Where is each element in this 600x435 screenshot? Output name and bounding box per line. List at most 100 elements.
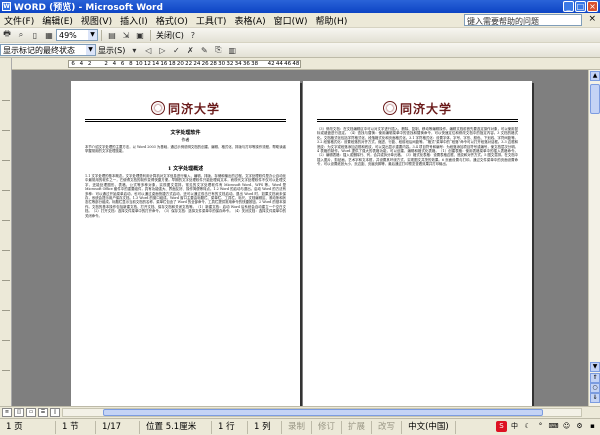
ruler-mark xyxy=(2,100,10,101)
close-preview-button[interactable]: 关闭(C) xyxy=(156,30,184,41)
maximize-button[interactable]: □ xyxy=(575,1,586,12)
status-line: 1 行 xyxy=(212,420,248,434)
status-bar: 1 页 1 节 1/17 位置 5.1厘米 1 行 1 列 录制 修订 扩展 改… xyxy=(0,418,600,435)
menu-file[interactable]: 文件(F) xyxy=(0,14,38,27)
reading-view-icon[interactable]: ▯ xyxy=(50,408,60,417)
full-screen-icon[interactable]: ▣ xyxy=(134,29,146,41)
settings-icon[interactable]: ⚙ xyxy=(574,421,585,432)
menu-bar: 文件(F) 编辑(E) 视图(V) 插入(I) 格式(O) 工具(T) 表格(A… xyxy=(0,13,600,28)
ruler-tick: 2 xyxy=(87,61,92,67)
header-rule xyxy=(85,119,286,120)
status-track-changes[interactable]: 修订 xyxy=(312,420,343,434)
web-view-icon[interactable]: ◫ xyxy=(14,408,24,417)
accept-change-icon[interactable]: ✓ xyxy=(170,44,182,56)
status-extend[interactable]: 扩展 xyxy=(342,420,373,434)
track-changes-icon[interactable]: ⎘ xyxy=(212,44,224,56)
moon-icon[interactable]: ☾ xyxy=(522,421,533,432)
view-ruler-icon[interactable]: ▤ xyxy=(106,29,118,41)
system-tray: S 中 ☾ ° ⌨ ☺ ⚙ ▪ xyxy=(496,421,598,432)
header-rule xyxy=(317,119,518,120)
print-layout-icon[interactable]: ▭ xyxy=(26,408,36,417)
tab-selector[interactable] xyxy=(0,58,12,70)
logo-text: 同济大学 xyxy=(399,101,452,116)
ruler-tick: 44 xyxy=(275,61,283,67)
menu-table[interactable]: 表格(A) xyxy=(230,14,269,27)
normal-view-icon[interactable]: ≡ xyxy=(2,408,12,417)
chevron-down-icon: ▼ xyxy=(86,45,95,55)
menu-format[interactable]: 格式(O) xyxy=(152,14,192,27)
horizontal-ruler: 6 4 2 2 4 6 8 10 12 14 16 18 20 22 24 26… xyxy=(0,58,600,70)
help-icon[interactable]: ? xyxy=(187,29,199,41)
preview-page-1[interactable]: 同济大学 文字处理软件 作者 本节介绍文字处理的主要方法，以 Word 2003… xyxy=(71,81,300,406)
previous-change-icon[interactable]: ◁ xyxy=(142,44,154,56)
header-rule xyxy=(317,121,518,122)
new-comment-icon[interactable]: ✎ xyxy=(198,44,210,56)
ruler-tick: 48 xyxy=(292,61,300,67)
select-browse-object-icon[interactable]: ○ xyxy=(590,383,600,393)
vertical-ruler[interactable] xyxy=(0,70,12,406)
menu-help[interactable]: 帮助(H) xyxy=(312,14,352,27)
outline-view-icon[interactable]: ☰ xyxy=(38,408,48,417)
scroll-thumb[interactable] xyxy=(103,409,543,416)
preview-page-2[interactable]: 同济大学 （3）修改文档：在文档编辑区中可以对文字进行插入、删除、复制、移动等编… xyxy=(303,81,532,406)
markup-display-value: 显示标记的最终状态 xyxy=(3,45,75,55)
reviewing-pane-icon[interactable]: ▥ xyxy=(226,44,238,56)
horizontal-scrollbar[interactable] xyxy=(62,408,582,417)
preview-toolbar: 🖶 ⌕ ▯ ▦ 49% ▼ ▤ ⇲ ▣ 关闭(C) ? xyxy=(0,28,600,43)
ruler-tick: 46 xyxy=(284,61,292,67)
word-app-icon[interactable]: W xyxy=(2,2,11,11)
logo-text: 同济大学 xyxy=(167,101,220,116)
status-overtype[interactable]: 改写 xyxy=(372,420,403,434)
next-page-icon[interactable]: ⇓ xyxy=(590,393,600,403)
show-menu-button[interactable]: 显示(S) xyxy=(98,45,125,56)
ime-s-icon[interactable]: S xyxy=(496,421,507,432)
scroll-up-icon[interactable]: ▲ xyxy=(590,71,600,81)
menu-edit[interactable]: 编辑(E) xyxy=(38,14,77,27)
page-body-text: 1.1 文字处理的基本概念。文字处理是利用计算机对文字信息进行输入、编辑、排版、… xyxy=(85,174,286,218)
multiple-pages-icon[interactable]: ▦ xyxy=(43,29,55,41)
minimize-button[interactable]: _ xyxy=(563,1,574,12)
close-button[interactable]: × xyxy=(587,1,598,12)
document-title: 文字处理软件 xyxy=(170,130,201,136)
window-controls: _ □ × xyxy=(563,1,598,12)
reject-change-icon[interactable]: ✗ xyxy=(184,44,196,56)
scroll-thumb[interactable] xyxy=(590,84,600,114)
one-page-icon[interactable]: ▯ xyxy=(29,29,41,41)
zoom-select[interactable]: 49% ▼ xyxy=(56,29,98,41)
status-page: 1 页 xyxy=(0,420,56,434)
previous-page-icon[interactable]: ⇑ xyxy=(590,373,600,383)
status-record[interactable]: 录制 xyxy=(282,420,313,434)
ruler-mark xyxy=(2,250,10,251)
ruler-tick: 24 xyxy=(193,61,201,67)
toolbar-separator xyxy=(101,29,102,41)
next-change-icon[interactable]: ▷ xyxy=(156,44,168,56)
vertical-scrollbar[interactable]: ▲ ▼ ⇑ ○ ⇓ xyxy=(588,70,600,406)
ruler-scale[interactable]: 6 4 2 2 4 6 8 10 12 14 16 18 20 22 24 26… xyxy=(68,60,301,68)
toolbar-separator xyxy=(150,29,151,41)
menu-window[interactable]: 窗口(W) xyxy=(270,14,312,27)
keyboard-icon[interactable]: ⌨ xyxy=(548,421,559,432)
close-document-icon[interactable]: × xyxy=(588,14,596,24)
print-icon[interactable]: 🖶 xyxy=(1,29,13,41)
ruler-tick: 30 xyxy=(218,61,226,67)
chevron-down-icon[interactable]: ▾ xyxy=(128,44,140,56)
ruler-tick: 10 xyxy=(135,61,143,67)
ime-chinese-icon[interactable]: 中 xyxy=(509,421,520,432)
help-search-input[interactable]: 键入需要帮助的问题 xyxy=(464,14,582,26)
tray-menu-icon[interactable]: ▪ xyxy=(587,421,598,432)
ruler-mark xyxy=(2,370,10,371)
zoom-value: 49% xyxy=(59,30,77,40)
menu-view[interactable]: 视图(V) xyxy=(77,14,116,27)
magnifier-icon[interactable]: ⌕ xyxy=(15,29,27,41)
ruler-tick: 16 xyxy=(160,61,168,67)
ruler-mark xyxy=(2,160,10,161)
shrink-to-fit-icon[interactable]: ⇲ xyxy=(120,29,132,41)
menu-insert[interactable]: 插入(I) xyxy=(116,14,152,27)
markup-display-select[interactable]: 显示标记的最终状态 ▼ xyxy=(0,44,96,56)
punctuation-icon[interactable]: ° xyxy=(535,421,546,432)
menu-tools[interactable]: 工具(T) xyxy=(192,14,231,27)
scroll-down-icon[interactable]: ▼ xyxy=(590,362,600,372)
ruler-mark xyxy=(2,220,10,221)
ruler-mark xyxy=(2,190,10,191)
user-icon[interactable]: ☺ xyxy=(561,421,572,432)
